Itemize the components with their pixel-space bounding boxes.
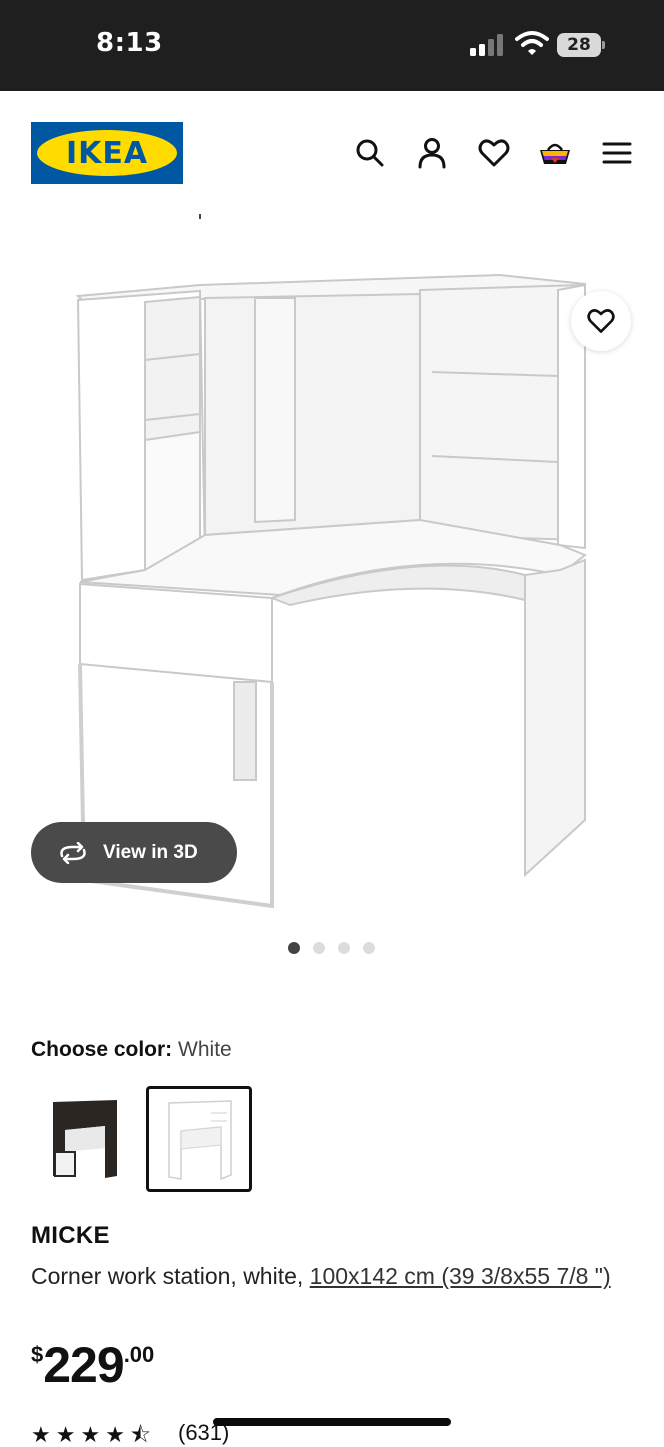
black-brown-desk-thumbnail bbox=[53, 1100, 117, 1178]
star-icon: ⯪ bbox=[129, 1422, 151, 1447]
home-indicator[interactable] bbox=[213, 1418, 451, 1426]
selected-color-value: White bbox=[178, 1038, 232, 1061]
status-bar: 8:13 28 bbox=[0, 0, 664, 91]
price-currency: $ bbox=[31, 1342, 44, 1367]
account-icon[interactable] bbox=[415, 136, 449, 170]
view-in-3d-button[interactable]: View in 3D bbox=[31, 822, 237, 883]
view-in-3d-label: View in 3D bbox=[103, 841, 198, 863]
cellular-signal-icon bbox=[470, 34, 503, 56]
logo-oval: IKEA bbox=[37, 130, 177, 176]
header-divider-mark bbox=[199, 214, 201, 219]
price-integer: 229 bbox=[43, 1337, 124, 1393]
battery-indicator: 28 bbox=[557, 33, 601, 57]
image-carousel-dots[interactable] bbox=[288, 942, 375, 954]
carousel-dot[interactable] bbox=[338, 942, 350, 954]
ikea-logo[interactable]: IKEA bbox=[31, 122, 183, 184]
product-price: $229.00 bbox=[31, 1336, 154, 1394]
color-chooser-label: Choose color: White bbox=[31, 1038, 232, 1062]
logo-text: IKEA bbox=[65, 135, 149, 171]
product-size-link[interactable]: 100x142 cm (39 3/8x55 7/8 ") bbox=[310, 1263, 611, 1289]
product-name: MICKE bbox=[31, 1222, 110, 1249]
menu-icon[interactable] bbox=[600, 136, 634, 170]
product-description: Corner work station, white, 100x142 cm (… bbox=[31, 1258, 631, 1294]
status-time: 8:13 bbox=[96, 28, 163, 58]
battery-tip bbox=[602, 41, 605, 49]
favorites-icon[interactable] bbox=[477, 136, 511, 170]
carousel-dot[interactable] bbox=[313, 942, 325, 954]
color-swatch-white[interactable] bbox=[146, 1086, 252, 1192]
rating-stars[interactable]: ★ ★ ★ ★ ⯪ bbox=[31, 1424, 151, 1446]
color-swatch-black-brown[interactable] bbox=[35, 1086, 141, 1192]
price-decimal: .00 bbox=[123, 1342, 155, 1367]
wifi-icon bbox=[515, 31, 549, 55]
white-desk-thumbnail bbox=[168, 1100, 232, 1181]
heart-icon bbox=[587, 309, 615, 333]
choose-color-label: Choose color: bbox=[31, 1038, 173, 1061]
product-description-text: Corner work station, white, bbox=[31, 1263, 310, 1289]
carousel-dot[interactable] bbox=[288, 942, 300, 954]
add-to-favorites-button[interactable] bbox=[571, 291, 631, 351]
star-icon: ★ bbox=[80, 1422, 101, 1447]
star-icon: ★ bbox=[105, 1422, 125, 1447]
shopping-bag-icon[interactable] bbox=[538, 136, 572, 170]
star-icon: ★ bbox=[31, 1422, 51, 1447]
search-icon[interactable] bbox=[353, 136, 387, 170]
rotate-3d-icon bbox=[60, 841, 86, 864]
star-icon: ★ bbox=[55, 1422, 76, 1447]
carousel-dot[interactable] bbox=[363, 942, 375, 954]
